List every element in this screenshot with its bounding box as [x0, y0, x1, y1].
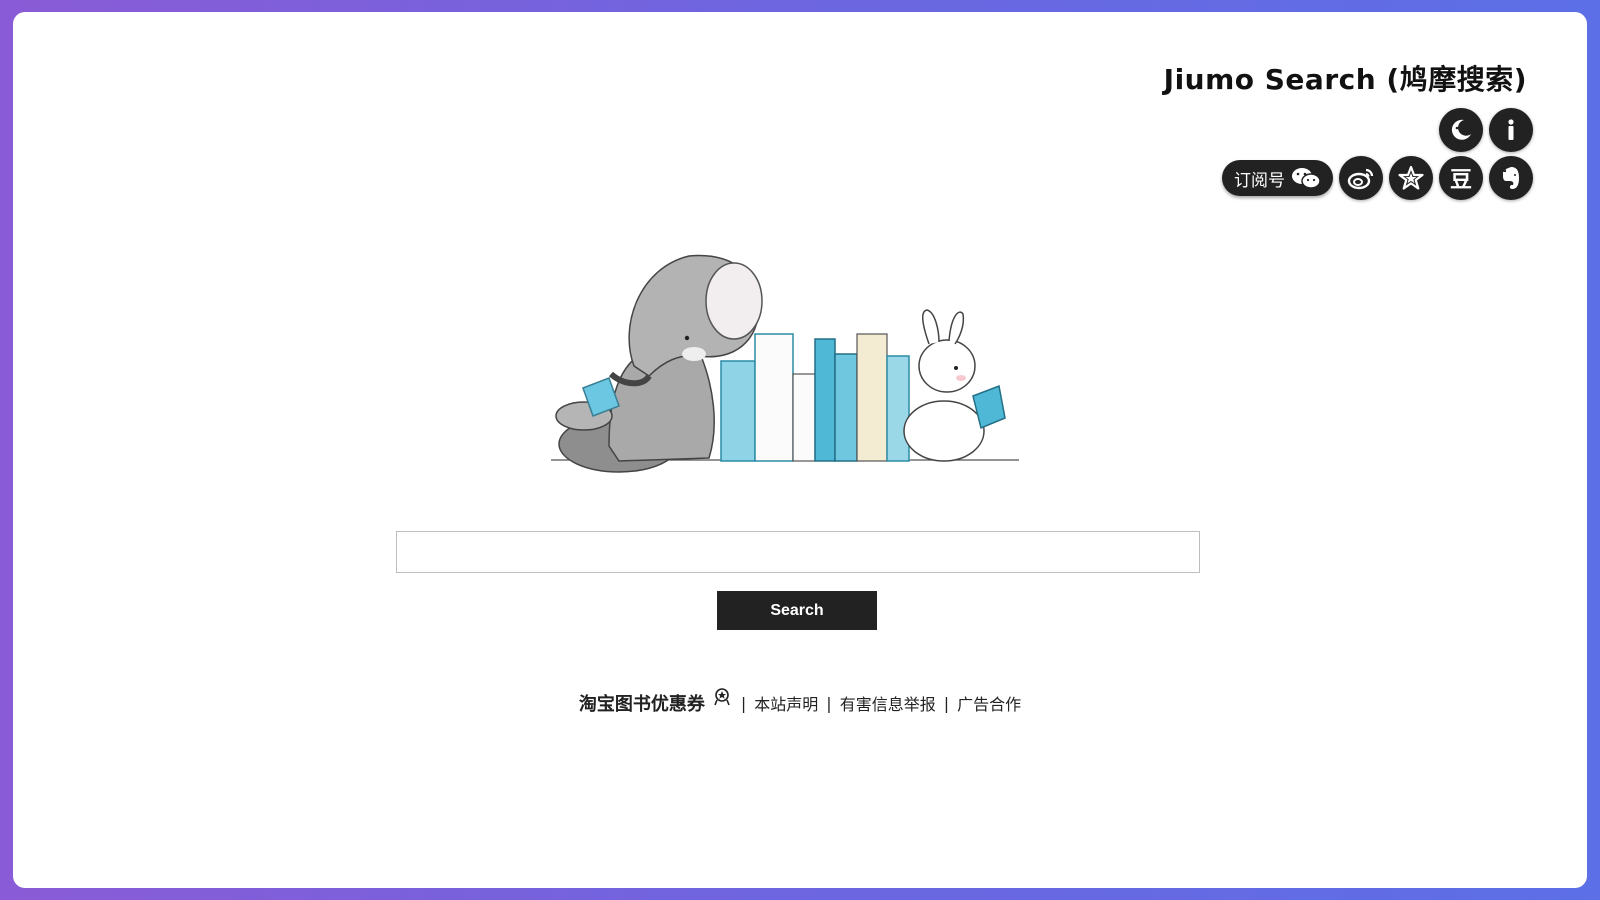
evernote-button[interactable] — [1489, 156, 1533, 200]
douban-icon: 豆 — [1449, 168, 1472, 193]
weibo-button[interactable] — [1339, 156, 1383, 200]
browser-window: Jiumo Search (鸠摩搜索) 订阅号 豆 Search 淘宝图书优惠券… — [13, 12, 1587, 888]
wechat-icon — [1292, 168, 1321, 189]
star-icon — [1398, 165, 1424, 190]
info-button[interactable] — [1489, 108, 1533, 152]
subscribe-label: 订阅号 — [1234, 170, 1285, 191]
flower-badge-icon — [711, 685, 733, 711]
wechat-subscribe-button[interactable]: 订阅号 — [1222, 160, 1333, 196]
search-input[interactable] — [396, 531, 1200, 573]
site-statement-link[interactable]: 本站声明 — [754, 691, 818, 715]
social-icon-row: 订阅号 豆 — [1222, 156, 1533, 200]
site-brand[interactable]: Jiumo Search (鸠摩搜索) — [1164, 58, 1527, 98]
reading-animals-illustration — [551, 254, 1019, 473]
weibo-icon — [1347, 168, 1374, 190]
ad-cooperation-link[interactable]: 广告合作 — [957, 691, 1021, 715]
footer-separator: | — [740, 693, 747, 713]
top-icon-row — [1439, 108, 1533, 152]
books-row — [720, 333, 910, 462]
footer-links: 淘宝图书优惠券 | 本站声明 | 有害信息举报 | 广告合作 — [13, 688, 1587, 716]
rabbit-figure — [903, 309, 1006, 462]
footer-separator: | — [826, 693, 832, 713]
favorite-button[interactable] — [1389, 156, 1433, 200]
moon-icon — [1451, 119, 1471, 140]
evernote-icon — [1503, 167, 1519, 189]
search-button[interactable]: Search — [717, 591, 877, 630]
footer-separator: | — [943, 693, 950, 713]
dark-mode-button[interactable] — [1439, 108, 1483, 152]
taobao-coupon-link[interactable]: 淘宝图书优惠券 — [579, 690, 705, 716]
douban-button[interactable]: 豆 — [1439, 156, 1483, 200]
info-icon — [1508, 119, 1514, 140]
report-harmful-info-link[interactable]: 有害信息举报 — [840, 691, 936, 715]
